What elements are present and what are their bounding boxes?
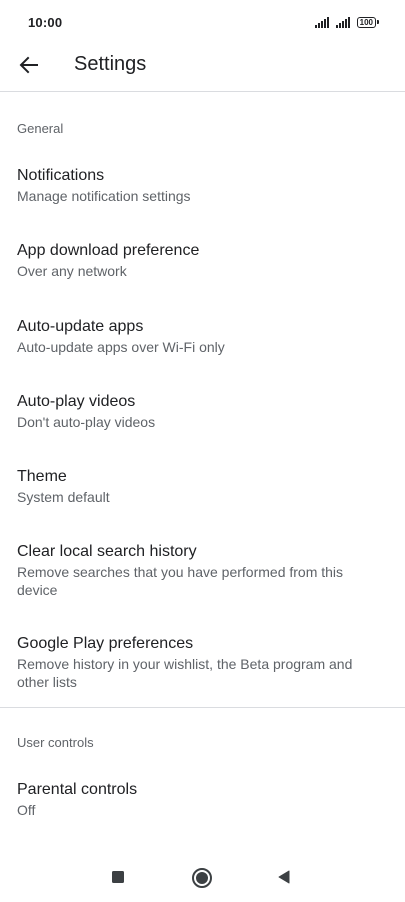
status-time: 10:00: [28, 14, 63, 30]
section-divider: [0, 707, 405, 708]
arrow-back-icon[interactable]: [16, 52, 42, 78]
battery-level: 100: [356, 16, 376, 28]
section-header-general: General: [17, 121, 64, 136]
setting-subtitle: Manage notification settings: [17, 188, 191, 204]
setting-title: Google Play preferences: [17, 635, 194, 652]
setting-google-play-preferences[interactable]: Google Play preferences Remove history i…: [0, 634, 405, 691]
setting-subtitle: Don't auto-play videos: [17, 414, 156, 430]
setting-title: Auto-update apps: [17, 318, 144, 335]
square-icon[interactable]: [110, 869, 126, 885]
setting-subtitle: System default: [17, 489, 110, 505]
status-icons: 100: [314, 16, 379, 28]
setting-clear-local-search-history[interactable]: Clear local search history Remove search…: [0, 542, 405, 599]
setting-parental-controls[interactable]: Parental controls Off: [0, 780, 405, 819]
setting-title: Parental controls: [17, 781, 138, 798]
setting-subtitle: Remove history in your wishlist, the Bet…: [17, 656, 353, 690]
setting-subtitle: Over any network: [17, 263, 127, 279]
setting-title: Clear local search history: [17, 543, 197, 560]
setting-title: Theme: [17, 468, 67, 485]
setting-title: Auto-play videos: [17, 393, 136, 410]
signal-icon: [314, 16, 329, 28]
battery-tip: [377, 20, 379, 24]
status-bar: 10:00 100: [0, 0, 405, 44]
setting-title: App download preference: [17, 242, 200, 259]
setting-auto-play-videos[interactable]: Auto-play videos Don't auto-play videos: [0, 392, 405, 431]
setting-notifications[interactable]: Notifications Manage notification settin…: [0, 166, 405, 205]
setting-title: Notifications: [17, 167, 105, 184]
system-nav-bar: [0, 852, 405, 902]
page-title: Settings: [74, 53, 147, 75]
setting-app-download-preference[interactable]: App download preference Over any network: [0, 241, 405, 280]
signal-icon-2: [335, 16, 350, 28]
setting-subtitle: Off: [17, 802, 36, 818]
setting-subtitle: Auto-update apps over Wi-Fi only: [17, 339, 225, 355]
setting-auto-update-apps[interactable]: Auto-update apps Auto-update apps over W…: [0, 317, 405, 356]
setting-theme[interactable]: Theme System default: [0, 467, 405, 506]
setting-subtitle: Remove searches that you have performed …: [17, 564, 344, 598]
app-bar: Settings: [0, 44, 405, 92]
triangle-back-icon[interactable]: [276, 869, 292, 885]
circle-icon[interactable]: [191, 867, 213, 889]
battery-icon: 100: [356, 16, 379, 28]
section-header-user-controls: User controls: [17, 735, 94, 750]
